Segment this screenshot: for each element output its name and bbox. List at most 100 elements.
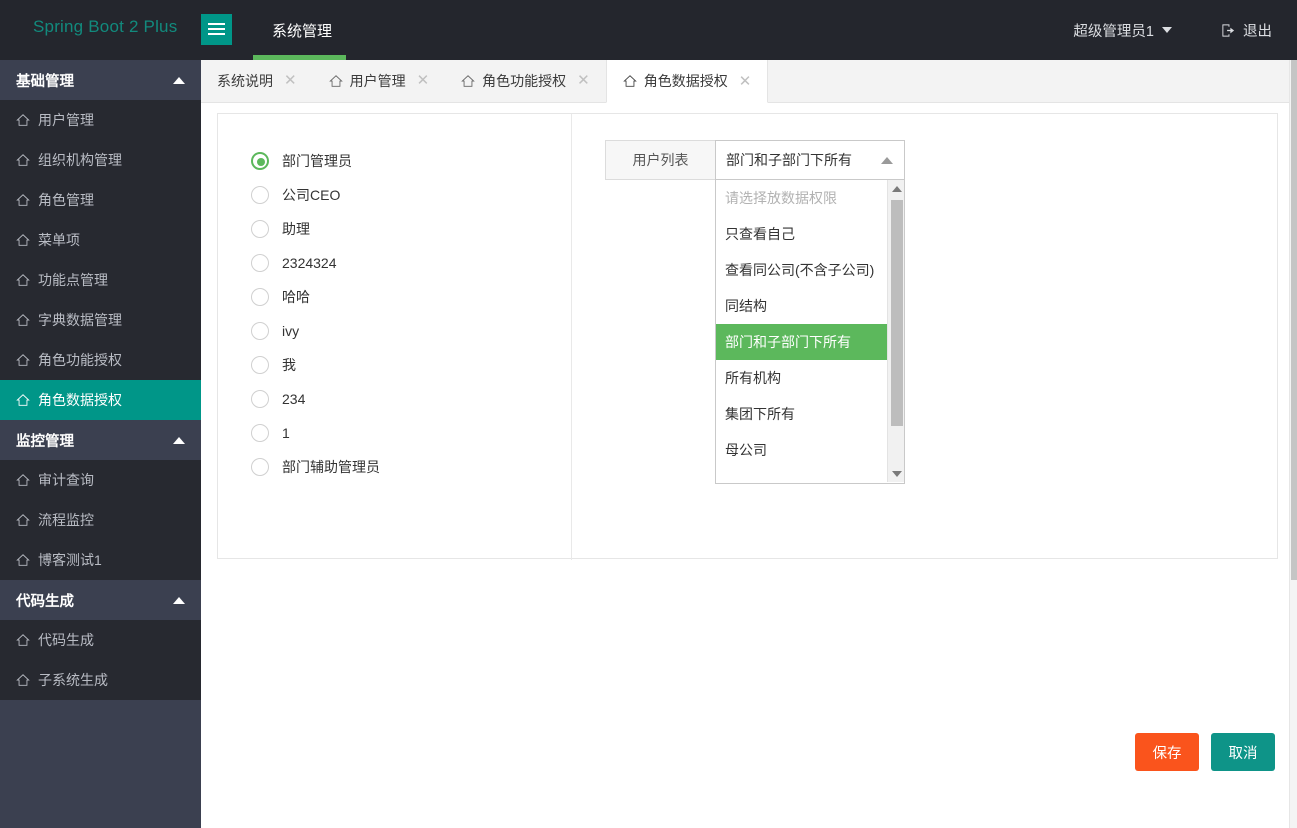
radio-button[interactable]: [251, 458, 269, 476]
sidebar-item-role-function-auth[interactable]: 角色功能授权: [0, 340, 201, 380]
sidebar-item-audit-query[interactable]: 审计查询: [0, 460, 201, 500]
role-label: ivy: [282, 323, 300, 339]
dropdown-option-7[interactable]: 母公司: [716, 432, 889, 468]
dropdown-option-6[interactable]: 集团下所有: [716, 396, 889, 432]
tab-system-description[interactable]: 系统说明 ✕: [201, 59, 313, 102]
user-menu[interactable]: 超级管理员1: [1073, 0, 1172, 60]
home-icon: [16, 354, 30, 366]
sidebar-item-label: 组织机构管理: [38, 152, 122, 168]
dropdown-option-3[interactable]: 同结构: [716, 288, 889, 324]
data-permission-dropdown: 请选择放数据权限 只查看自己 查看同公司(不含子公司) 同结构 部门和子部门下所…: [715, 180, 905, 484]
page-scrollbar[interactable]: [1289, 60, 1297, 828]
nav-item-system-management[interactable]: 系统管理: [254, 0, 350, 60]
sidebar-group-label: 代码生成: [16, 593, 74, 610]
top-header: Spring Boot 2 Plus 系统管理 超级管理员1 退出: [0, 0, 1297, 60]
sidebar-item-role-data-auth[interactable]: 角色数据授权: [0, 380, 201, 420]
dropdown-option-4-selected[interactable]: 部门和子部门下所有: [716, 324, 889, 360]
radio-button[interactable]: [251, 254, 269, 272]
role-option-7[interactable]: 234: [251, 382, 541, 416]
sidebar-item-label: 用户管理: [38, 112, 94, 128]
sidebar-group-monitor-management[interactable]: 监控管理: [0, 420, 201, 460]
home-icon: [16, 474, 30, 486]
sidebar-item-label: 角色数据授权: [38, 392, 122, 408]
sidebar-item-role-management[interactable]: 角色管理: [0, 180, 201, 220]
sidebar-item-label: 功能点管理: [38, 272, 108, 288]
close-icon[interactable]: ✕: [739, 74, 752, 89]
sidebar-submenu-basic-management: 用户管理 组织机构管理 角色管理 菜单项 功能点管理 字典数据管理 角色功能授权: [0, 100, 201, 420]
sidebar-item-process-monitor[interactable]: 流程监控: [0, 500, 201, 540]
dropdown-option-5[interactable]: 所有机构: [716, 360, 889, 396]
role-option-1[interactable]: 公司CEO: [251, 178, 541, 212]
role-option-2[interactable]: 助理: [251, 212, 541, 246]
home-icon: [16, 554, 30, 566]
scroll-up-arrow-icon[interactable]: [888, 180, 904, 197]
radio-button[interactable]: [251, 220, 269, 238]
close-icon[interactable]: ✕: [284, 73, 297, 88]
logout-button[interactable]: 退出: [1221, 0, 1272, 60]
role-option-9[interactable]: 部门辅助管理员: [251, 450, 541, 484]
dropdown-option-placeholder[interactable]: 请选择放数据权限: [716, 180, 889, 216]
tab-label: 角色数据授权: [643, 73, 728, 89]
close-icon[interactable]: ✕: [577, 73, 590, 88]
home-icon: [622, 75, 637, 87]
sidebar-group-code-generation[interactable]: 代码生成: [0, 580, 201, 620]
footer-actions: 保存 取消: [1135, 733, 1275, 771]
radio-button[interactable]: [251, 322, 269, 340]
role-option-3[interactable]: 2324324: [251, 246, 541, 280]
sidebar-item-blog-test-1[interactable]: 博客测试1: [0, 540, 201, 580]
role-label: 1: [282, 425, 290, 441]
sidebar-item-label: 角色功能授权: [38, 352, 122, 368]
close-icon[interactable]: ✕: [417, 73, 430, 88]
sidebar-group-basic-management[interactable]: 基础管理: [0, 60, 201, 100]
radio-button[interactable]: [251, 186, 269, 204]
radio-button[interactable]: [251, 424, 269, 442]
sidebar-item-dictionary-data[interactable]: 字典数据管理: [0, 300, 201, 340]
radio-button[interactable]: [251, 390, 269, 408]
tab-role-data-auth[interactable]: 角色数据授权 ✕: [605, 60, 769, 103]
role-option-5[interactable]: ivy: [251, 314, 541, 348]
dropdown-option-1[interactable]: 只查看自己: [716, 216, 889, 252]
role-option-6[interactable]: 我: [251, 348, 541, 382]
sidebar-item-label: 流程监控: [38, 512, 94, 528]
sidebar-item-label: 博客测试1: [38, 552, 102, 568]
save-button[interactable]: 保存: [1135, 733, 1199, 771]
sidebar-item-label: 角色管理: [38, 192, 94, 208]
radio-button[interactable]: [251, 356, 269, 374]
logout-icon: [1222, 23, 1235, 37]
home-icon: [16, 114, 30, 126]
dropdown-option-label: 同结构: [725, 298, 767, 314]
sidebar-item-menu-items[interactable]: 菜单项: [0, 220, 201, 260]
radio-button[interactable]: [251, 152, 269, 170]
scrollbar-thumb[interactable]: [891, 200, 903, 426]
role-option-8[interactable]: 1: [251, 416, 541, 450]
dropdown-option-list: 请选择放数据权限 只查看自己 查看同公司(不含子公司) 同结构 部门和子部门下所…: [716, 180, 889, 468]
sidebar-item-label: 审计查询: [38, 472, 94, 488]
dropdown-option-label: 查看同公司(不含子公司): [725, 262, 875, 278]
cancel-button[interactable]: 取消: [1211, 733, 1275, 771]
role-option-0[interactable]: 部门管理员: [251, 144, 541, 178]
page-scrollbar-thumb[interactable]: [1291, 60, 1297, 580]
chevron-up-icon: [173, 596, 185, 604]
sidebar-item-code-generation[interactable]: 代码生成: [0, 620, 201, 660]
radio-button[interactable]: [251, 288, 269, 306]
sidebar-item-function-points[interactable]: 功能点管理: [0, 260, 201, 300]
data-permission-select[interactable]: 部门和子部门下所有: [715, 140, 905, 180]
select-addon-label: 用户列表: [605, 140, 715, 180]
sidebar-item-label: 子系统生成: [38, 672, 108, 688]
sidebar-item-user-management[interactable]: 用户管理: [0, 100, 201, 140]
sidebar-item-org-management[interactable]: 组织机构管理: [0, 140, 201, 180]
home-icon: [328, 74, 343, 87]
data-permission-select-group: 用户列表 部门和子部门下所有: [605, 140, 905, 180]
hamburger-icon[interactable]: [201, 14, 232, 45]
dropdown-option-2[interactable]: 查看同公司(不含子公司): [716, 252, 889, 288]
tab-role-function-auth[interactable]: 角色功能授权 ✕: [445, 59, 606, 102]
home-icon: [16, 234, 30, 246]
sidebar-item-subsystem-generation[interactable]: 子系统生成: [0, 660, 201, 700]
role-option-4[interactable]: 哈哈: [251, 280, 541, 314]
main-content: 部门管理员 公司CEO 助理 2324324 哈哈 ivy 我 234 1 部门…: [201, 103, 1297, 828]
scroll-down-arrow-icon[interactable]: [888, 465, 904, 482]
home-icon: [16, 314, 30, 326]
tab-user-management[interactable]: 用户管理 ✕: [313, 59, 446, 102]
dropdown-scrollbar[interactable]: [887, 180, 904, 482]
app-logo: Spring Boot 2 Plus: [33, 17, 178, 36]
